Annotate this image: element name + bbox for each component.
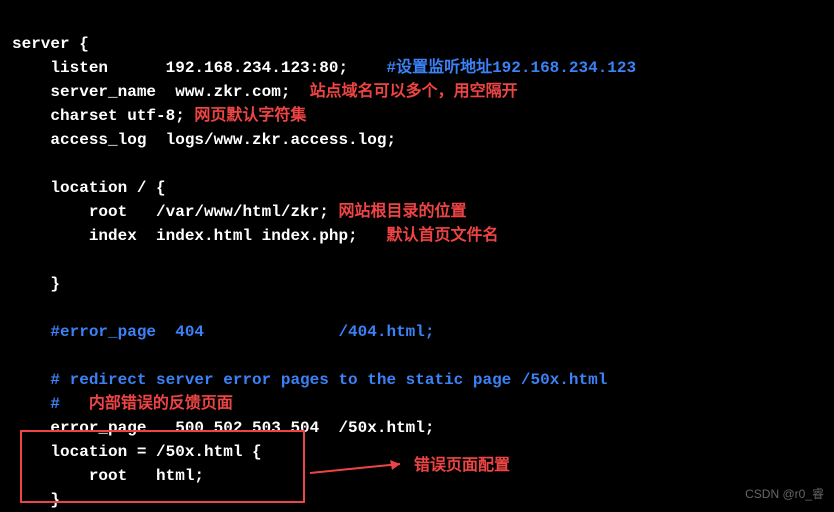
comment-internal-error: 内部错误的反馈页面 (60, 395, 233, 413)
code-line: location = /50x.html { (12, 443, 262, 461)
code-line: server { (12, 35, 89, 53)
code-comment: #error_page 404 /404.html; (12, 323, 434, 341)
code-line: index index.html index.php; (12, 227, 358, 245)
error-page-config-label: 错误页面配置 (414, 454, 510, 478)
code-line: } (12, 491, 60, 509)
code-comment-hash: # (12, 395, 60, 413)
code-line: location / { (12, 179, 166, 197)
code-line: server_name www.zkr.com; (12, 83, 290, 101)
code-line: root html; (12, 467, 204, 485)
comment-index: 默认首页文件名 (358, 227, 499, 245)
comment-root: 网站根目录的位置 (329, 203, 467, 221)
comment-listen: #设置监听地址192.168.234.123 (348, 59, 636, 77)
nginx-config-block: server { listen 192.168.234.123:80; #设置监… (12, 8, 822, 512)
code-line: error_page 500 502 503 504 /50x.html; (12, 419, 434, 437)
comment-server-name: 站点域名可以多个，用空隔开 (290, 83, 517, 101)
code-line: listen 192.168.234.123:80; (12, 59, 348, 77)
code-line: charset utf-8; (12, 107, 185, 125)
code-line: access_log logs/www.zkr.access.log; (12, 131, 396, 149)
code-line: } (12, 275, 60, 293)
comment-charset: 网页默认字符集 (185, 107, 307, 125)
code-line: root /var/www/html/zkr; (12, 203, 329, 221)
code-comment: # redirect server error pages to the sta… (12, 371, 607, 389)
watermark-text: CSDN @r0_睿 (745, 485, 824, 503)
